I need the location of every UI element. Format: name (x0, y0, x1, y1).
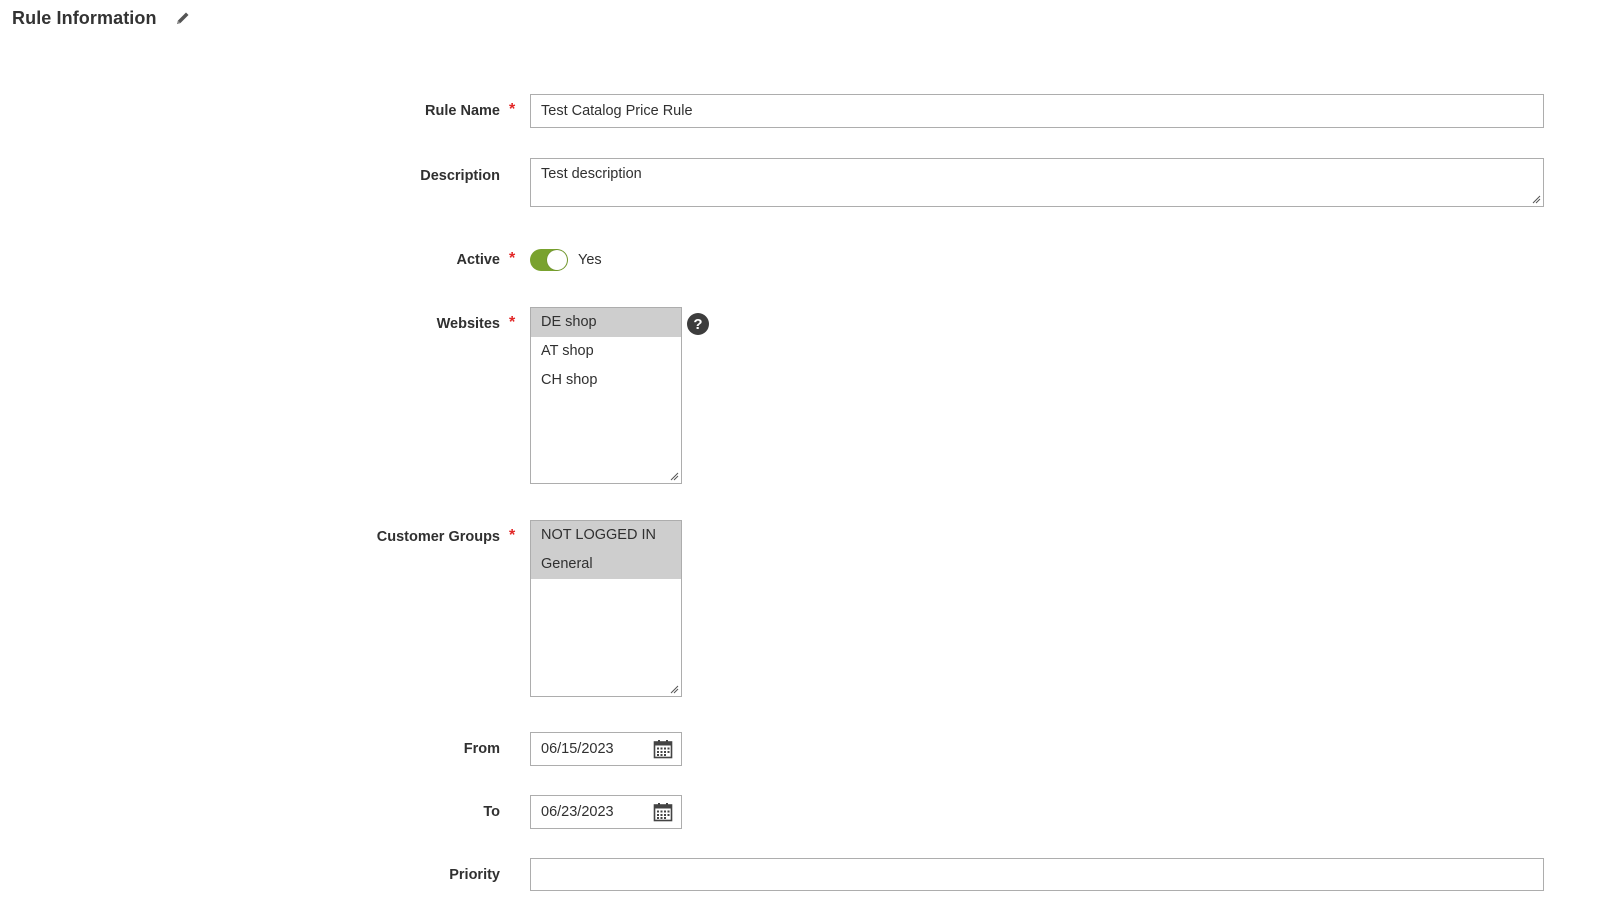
from-row: From 06/15/2023 (0, 732, 1600, 766)
websites-multiselect[interactable]: DE shop AT shop CH shop (530, 307, 682, 484)
resize-grip-icon[interactable] (1531, 194, 1541, 204)
description-row: Description Test description (0, 158, 1600, 208)
customer-groups-option-general[interactable]: General (531, 550, 681, 579)
rule-name-value: Test Catalog Price Rule (541, 103, 693, 119)
rule-name-input[interactable]: Test Catalog Price Rule (530, 94, 1544, 128)
websites-row: Websites * DE shop AT shop CH shop ? (0, 307, 1600, 485)
websites-option-at-shop[interactable]: AT shop (531, 337, 681, 366)
required-marker: * (509, 527, 516, 544)
from-date-input[interactable]: 06/15/2023 (530, 732, 682, 766)
description-label: Description (420, 168, 500, 184)
help-icon[interactable]: ? (687, 313, 709, 335)
active-row: Active * Yes (0, 249, 1600, 273)
resize-grip-icon[interactable] (669, 684, 679, 694)
rule-name-row: Rule Name * Test Catalog Price Rule (0, 94, 1600, 130)
section-header: Rule Information (12, 6, 191, 30)
websites-label: Websites (436, 316, 500, 332)
to-date-value: 06/23/2023 (541, 804, 614, 820)
priority-input[interactable] (530, 858, 1544, 891)
resize-grip-icon[interactable] (669, 471, 679, 481)
customer-groups-row: Customer Groups * NOT LOGGED IN General (0, 520, 1600, 698)
required-marker: * (509, 250, 516, 267)
from-date-value: 06/15/2023 (541, 741, 614, 757)
customer-groups-option-not-logged-in[interactable]: NOT LOGGED IN (531, 521, 681, 550)
required-marker: * (509, 101, 516, 118)
toggle-knob (547, 250, 567, 270)
to-label: To (483, 804, 500, 820)
from-label: From (463, 741, 500, 757)
to-date-input[interactable]: 06/23/2023 (530, 795, 682, 829)
priority-row: Priority (0, 858, 1600, 892)
calendar-icon[interactable] (653, 739, 673, 759)
customer-groups-label: Customer Groups (376, 529, 500, 545)
websites-option-ch-shop[interactable]: CH shop (531, 366, 681, 395)
description-value: Test description (541, 166, 642, 182)
priority-label: Priority (449, 867, 500, 883)
to-row: To 06/23/2023 (0, 795, 1600, 829)
active-toggle[interactable] (530, 249, 568, 271)
rule-name-label: Rule Name (425, 103, 500, 119)
required-marker: * (509, 314, 516, 331)
description-textarea[interactable]: Test description (530, 158, 1544, 207)
section-title: Rule Information (12, 7, 157, 28)
customer-groups-multiselect[interactable]: NOT LOGGED IN General (530, 520, 682, 697)
websites-option-de-shop[interactable]: DE shop (531, 308, 681, 337)
active-label: Active (456, 252, 500, 268)
pencil-icon[interactable] (175, 10, 191, 26)
calendar-icon[interactable] (653, 802, 673, 822)
active-state-label: Yes (578, 252, 602, 268)
